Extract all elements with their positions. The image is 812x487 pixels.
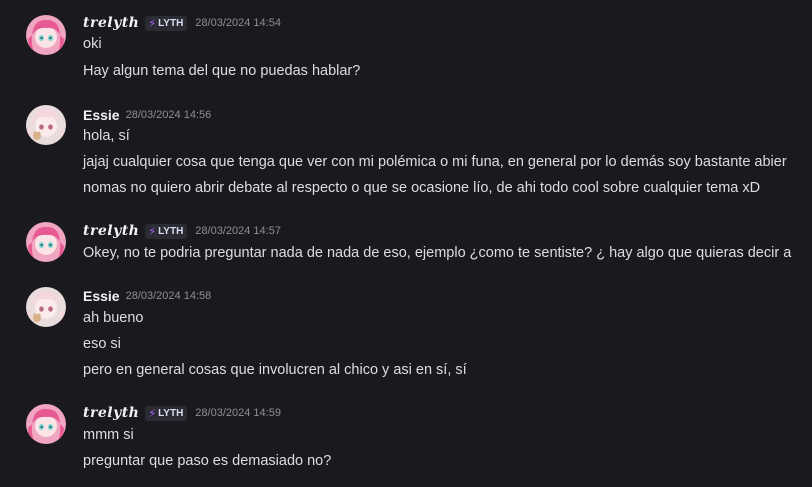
avatar-pink-hair-icon: [26, 15, 66, 55]
timestamp[interactable]: 28/03/2024 14:58: [126, 290, 212, 302]
message-text: Okey, no te podria preguntar nada de nad…: [83, 245, 792, 261]
message-text: mmm si: [83, 427, 134, 443]
avatar-trelyth[interactable]: [26, 222, 66, 262]
avatar-light-hair-icon: [26, 105, 66, 145]
message-text: eso si: [83, 336, 121, 352]
message-text: Hay algun tema del que no puedas hablar?: [83, 63, 361, 79]
lightning-bolt-icon: ⚡: [148, 17, 157, 30]
server-tag-label: LYTH: [158, 17, 184, 29]
message-header: trelyth ⚡ LYTH 28/03/2024 14:54: [83, 13, 281, 33]
timestamp[interactable]: 28/03/2024 14:56: [126, 109, 212, 121]
username[interactable]: trelyth: [83, 15, 139, 31]
avatar-trelyth[interactable]: [26, 15, 66, 55]
message-header: Essie 28/03/2024 14:56: [83, 105, 211, 125]
lightning-bolt-icon: ⚡: [148, 407, 157, 420]
timestamp[interactable]: 28/03/2024 14:59: [195, 407, 281, 419]
message-text: preguntar que paso es demasiado no?: [83, 453, 332, 469]
message-text: pero en general cosas que involucren al …: [83, 362, 467, 378]
server-tag-label: LYTH: [158, 407, 184, 419]
username[interactable]: trelyth: [83, 405, 139, 421]
server-tag[interactable]: ⚡ LYTH: [145, 405, 188, 421]
avatar-pink-hair-icon: [26, 222, 66, 262]
server-tag[interactable]: ⚡ LYTH: [145, 223, 188, 239]
username[interactable]: Essie: [83, 107, 120, 123]
message-header: Essie 28/03/2024 14:58: [83, 286, 211, 306]
timestamp[interactable]: 28/03/2024 14:57: [195, 225, 281, 237]
server-tag-label: LYTH: [158, 225, 184, 237]
message-header: trelyth ⚡ LYTH 28/03/2024 14:57: [83, 221, 281, 241]
message-text: nomas no quiero abrir debate al respecto…: [83, 180, 761, 196]
message-text: jajaj cualquier cosa que tenga que ver c…: [83, 154, 787, 170]
message-header: trelyth ⚡ LYTH 28/03/2024 14:59: [83, 403, 281, 423]
message-text: hola, sí: [83, 128, 130, 144]
lightning-bolt-icon: ⚡: [148, 225, 157, 238]
avatar-trelyth[interactable]: [26, 404, 66, 444]
message-text: ah bueno: [83, 310, 144, 326]
avatar-pink-hair-icon: [26, 404, 66, 444]
timestamp[interactable]: 28/03/2024 14:54: [195, 17, 281, 29]
chat-log: trelyth ⚡ LYTH 28/03/2024 14:54 oki Hay …: [0, 0, 812, 487]
avatar-essie[interactable]: [26, 287, 66, 327]
message-text: oki: [83, 36, 102, 52]
avatar-essie[interactable]: [26, 105, 66, 145]
username[interactable]: trelyth: [83, 223, 139, 239]
username[interactable]: Essie: [83, 288, 120, 304]
avatar-light-hair-icon: [26, 287, 66, 327]
server-tag[interactable]: ⚡ LYTH: [145, 15, 188, 31]
